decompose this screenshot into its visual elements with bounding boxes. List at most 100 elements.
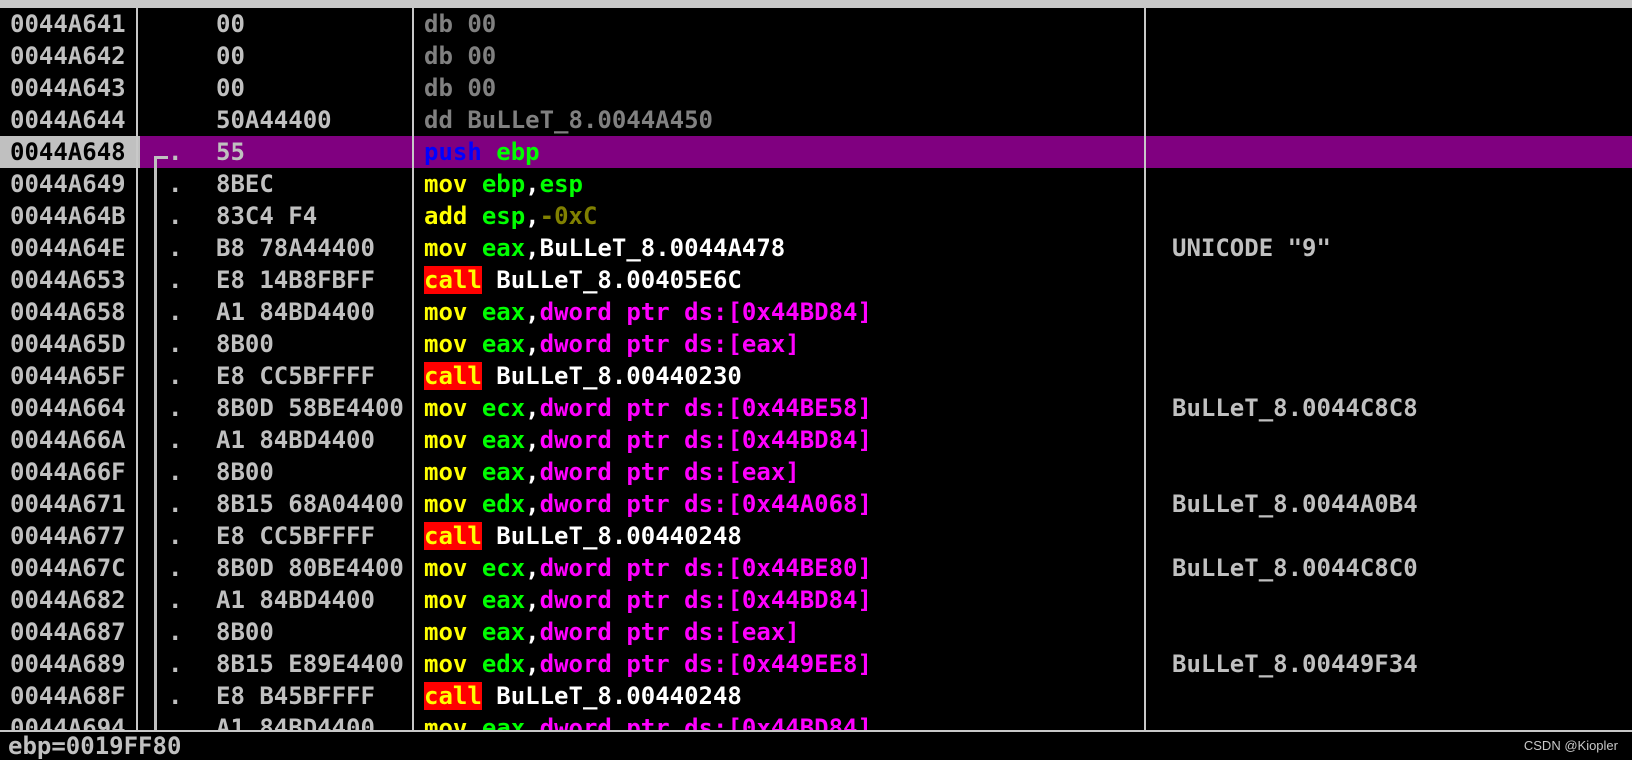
comment-cell[interactable] [1146, 168, 1632, 200]
disassembly-cell[interactable]: mov ecx,dword ptr ds:[0x44BE58] [414, 392, 1144, 424]
address-cell[interactable]: 0044A649 [0, 168, 140, 200]
disassembly-cell[interactable]: mov eax,BuLLeT_8.0044A478 [414, 232, 1144, 264]
address-cell[interactable]: 0044A694 [0, 712, 140, 730]
disassembly-cell[interactable]: mov eax,dword ptr ds:[0x44BD84] [414, 584, 1144, 616]
table-row[interactable]: 0044A664 8B0D 58BE4400. mov ecx,dword ptr … [0, 392, 1632, 424]
comment-cell[interactable] [1146, 360, 1632, 392]
comment-cell[interactable]: BuLLeT_8.00449F34 [1146, 648, 1632, 680]
table-row[interactable]: 0044A649 8BEC. mov ebp,esp [0, 168, 1632, 200]
comment-cell[interactable] [1146, 712, 1632, 730]
disassembly-cell[interactable]: mov edx,dword ptr ds:[0x449EE8] [414, 648, 1144, 680]
comment-cell[interactable] [1146, 264, 1632, 296]
disassembly-cell[interactable]: mov ecx,dword ptr ds:[0x44BE80] [414, 552, 1144, 584]
comment-cell[interactable] [1146, 8, 1632, 40]
disassembly-cell[interactable]: mov eax,dword ptr ds:[0x44BD84] [414, 424, 1144, 456]
address-cell[interactable]: 0044A687 [0, 616, 140, 648]
address-cell[interactable]: 0044A66F [0, 456, 140, 488]
address-cell[interactable]: 0044A641 [0, 8, 140, 40]
table-row[interactable]: 0044A65D 8B00. mov eax,dword ptr ds:[eax] [0, 328, 1632, 360]
address-cell[interactable]: 0044A677 [0, 520, 140, 552]
table-row[interactable]: 0044A658 A1 84BD4400. mov eax,dword ptr ds… [0, 296, 1632, 328]
instruction-token [467, 714, 481, 730]
table-row[interactable]: 0044A66F 8B00. mov eax,dword ptr ds:[eax] [0, 456, 1632, 488]
address-cell[interactable]: 0044A643 [0, 72, 140, 104]
address-cell[interactable]: 0044A682 [0, 584, 140, 616]
disassembly-cell[interactable]: push ebp [414, 136, 1144, 168]
table-row[interactable]: 0044A642 00 db 00 [0, 40, 1632, 72]
comment-cell[interactable] [1146, 328, 1632, 360]
disassembly-cell[interactable]: call BuLLeT_8.00440248 [414, 680, 1144, 712]
address-cell[interactable]: 0044A671 [0, 488, 140, 520]
table-row[interactable]: 0044A67C 8B0D 80BE4400. mov ecx,dword ptr … [0, 552, 1632, 584]
disassembly-cell[interactable]: mov edx,dword ptr ds:[0x44A068] [414, 488, 1144, 520]
address-cell[interactable]: 0044A644 [0, 104, 140, 136]
address-cell[interactable]: 0044A642 [0, 40, 140, 72]
table-row[interactable]: 0044A64E B8 78A44400. mov eax,BuLLeT_8.004… [0, 232, 1632, 264]
comment-cell[interactable] [1146, 104, 1632, 136]
address-cell[interactable]: 0044A648 [0, 136, 140, 168]
table-row[interactable]: 0044A648 55. push ebp [0, 136, 1632, 168]
disassembly-cell[interactable]: db 00 [414, 8, 1144, 40]
comment-cell[interactable] [1146, 136, 1632, 168]
disassembly-cell[interactable]: add esp,-0xC [414, 200, 1144, 232]
comment-cell[interactable] [1146, 584, 1632, 616]
disassembly-cell[interactable]: call BuLLeT_8.00405E6C [414, 264, 1144, 296]
comment-cell[interactable] [1146, 680, 1632, 712]
comment-cell[interactable] [1146, 520, 1632, 552]
instruction-token: dword ptr ds:[0x44A068] [539, 490, 872, 518]
table-row[interactable]: 0044A682 A1 84BD4400. mov eax,dword ptr ds… [0, 584, 1632, 616]
table-row[interactable]: 0044A694 A1 84BD4400. mov eax,dword ptr ds… [0, 712, 1632, 730]
address-cell[interactable]: 0044A65D [0, 328, 140, 360]
comment-cell[interactable] [1146, 296, 1632, 328]
disassembly-cell[interactable]: mov eax,dword ptr ds:[eax] [414, 616, 1144, 648]
table-row[interactable]: 0044A66A A1 84BD4400. mov eax,dword ptr ds… [0, 424, 1632, 456]
table-row[interactable]: 0044A671 8B15 68A04400. mov edx,dword ptr … [0, 488, 1632, 520]
disassembly-cell[interactable]: db 00 [414, 72, 1144, 104]
table-row[interactable]: 0044A643 00 db 00 [0, 72, 1632, 104]
table-row[interactable]: 0044A65F E8 CC5BFFFF. call BuLLeT_8.004402… [0, 360, 1632, 392]
comment-cell[interactable] [1146, 200, 1632, 232]
disassembly-cell[interactable]: call BuLLeT_8.00440248 [414, 520, 1144, 552]
disassembly-cell[interactable]: mov ebp,esp [414, 168, 1144, 200]
comment-cell[interactable] [1146, 424, 1632, 456]
address-cell[interactable]: 0044A658 [0, 296, 140, 328]
column-divider-disassembly[interactable] [1144, 8, 1146, 730]
address-cell[interactable]: 0044A68F [0, 680, 140, 712]
address-cell[interactable]: 0044A67C [0, 552, 140, 584]
table-row[interactable]: 0044A689 8B15 E89E4400. mov edx,dword ptr … [0, 648, 1632, 680]
table-row[interactable]: 0044A68F E8 B45BFFFF. call BuLLeT_8.004402… [0, 680, 1632, 712]
table-row[interactable]: 0044A64B 83C4 F4. add esp,-0xC [0, 200, 1632, 232]
comment-cell[interactable] [1146, 456, 1632, 488]
comment-cell[interactable]: BuLLeT_8.0044A0B4 [1146, 488, 1632, 520]
address-cell[interactable]: 0044A689 [0, 648, 140, 680]
table-row[interactable]: 0044A677 E8 CC5BFFFF. call BuLLeT_8.004402… [0, 520, 1632, 552]
disassembly-cell[interactable]: mov eax,dword ptr ds:[0x44BD84] [414, 712, 1144, 730]
comment-cell[interactable] [1146, 616, 1632, 648]
address-cell[interactable]: 0044A65F [0, 360, 140, 392]
instruction-token: dword ptr ds:[0x44BD84] [539, 714, 872, 730]
column-divider-address[interactable] [136, 8, 138, 730]
table-row[interactable]: 0044A644 50A44400 dd BuLLeT_8.0044A450 [0, 104, 1632, 136]
comment-cell[interactable]: BuLLeT_8.0044C8C0 [1146, 552, 1632, 584]
address-cell[interactable]: 0044A653 [0, 264, 140, 296]
instruction-token: , [525, 554, 540, 582]
address-cell[interactable]: 0044A64E [0, 232, 140, 264]
address-cell[interactable]: 0044A64B [0, 200, 140, 232]
address-cell[interactable]: 0044A664 [0, 392, 140, 424]
column-divider-hex[interactable] [412, 8, 414, 730]
comment-cell[interactable]: UNICODE "9" [1146, 232, 1632, 264]
comment-cell[interactable] [1146, 40, 1632, 72]
disassembly-cell[interactable]: mov eax,dword ptr ds:[eax] [414, 328, 1144, 360]
disassembly-cell[interactable]: call BuLLeT_8.00440230 [414, 360, 1144, 392]
table-row[interactable]: 0044A687 8B00. mov eax,dword ptr ds:[eax] [0, 616, 1632, 648]
table-row[interactable]: 0044A653 E8 14B8FBFF. call BuLLeT_8.00405E… [0, 264, 1632, 296]
comment-cell[interactable] [1146, 72, 1632, 104]
disassembly-cell[interactable]: mov eax,dword ptr ds:[eax] [414, 456, 1144, 488]
comment-cell[interactable]: BuLLeT_8.0044C8C8 [1146, 392, 1632, 424]
address-cell[interactable]: 0044A66A [0, 424, 140, 456]
disassembly-cell[interactable]: dd BuLLeT_8.0044A450 [414, 104, 1144, 136]
disassembly-cell[interactable]: mov eax,dword ptr ds:[0x44BD84] [414, 296, 1144, 328]
table-row[interactable]: 0044A641 00 db 00 [0, 8, 1632, 40]
disassembly-pane[interactable]: 0044A641 00 db 00 0044A642 00 db 00 0044A643 00… [0, 8, 1632, 730]
disassembly-cell[interactable]: db 00 [414, 40, 1144, 72]
